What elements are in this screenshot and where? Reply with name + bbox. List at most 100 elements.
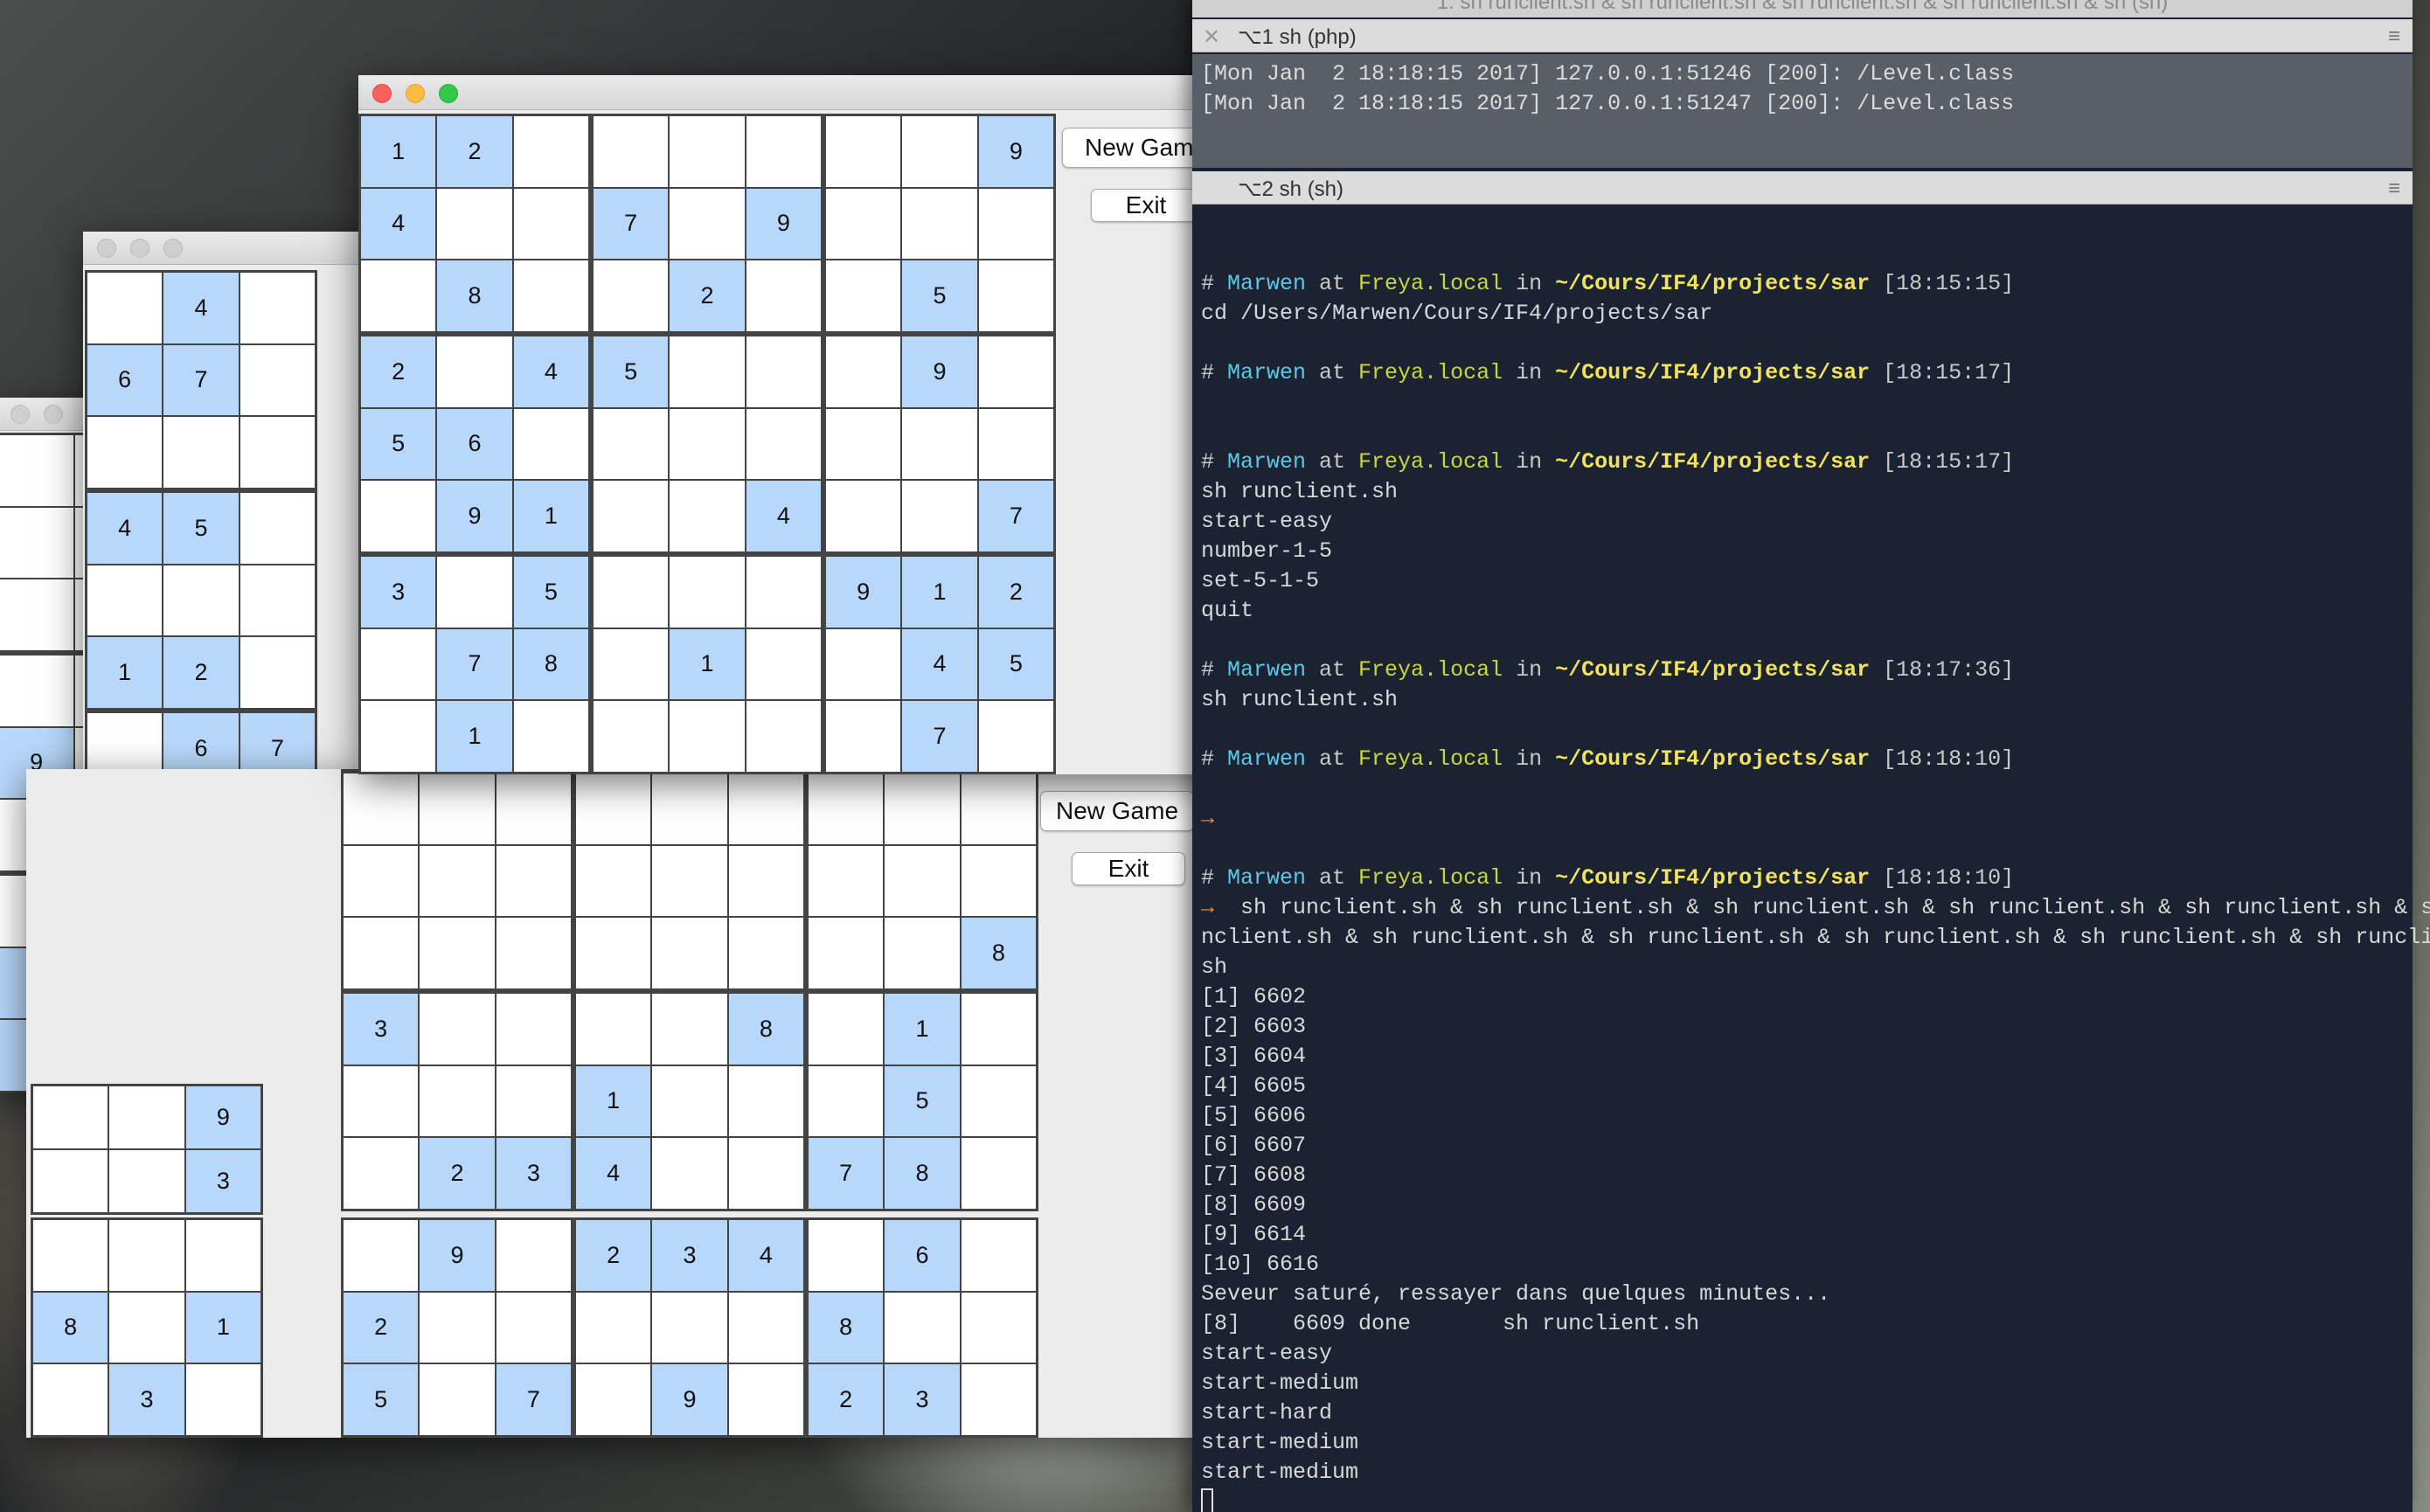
sudoku-cell[interactable]: 4 xyxy=(902,628,977,700)
sudoku-cell[interactable] xyxy=(0,507,74,579)
sudoku-cell[interactable]: 8 xyxy=(437,260,512,331)
sudoku-cell[interactable]: 7 xyxy=(496,1364,571,1435)
sudoku-cell[interactable]: 5 xyxy=(978,628,1053,700)
sudoku-cell[interactable]: 3 xyxy=(652,1220,727,1291)
sudoku-cell[interactable] xyxy=(576,1364,651,1435)
sudoku-cell[interactable]: 3 xyxy=(361,557,436,628)
sudoku-cell[interactable]: 7 xyxy=(978,481,1053,551)
sudoku-cell[interactable] xyxy=(826,408,901,480)
sudoku-cell[interactable] xyxy=(746,336,821,407)
sudoku-cell[interactable] xyxy=(344,1138,419,1209)
sudoku-cell[interactable] xyxy=(496,845,571,917)
sudoku-cell[interactable]: 7 xyxy=(437,628,512,700)
sudoku-cell[interactable]: 9 xyxy=(826,557,901,628)
sudoku-cell[interactable] xyxy=(746,116,821,187)
sudoku-cell[interactable] xyxy=(809,773,884,844)
sudoku-cell[interactable]: 4 xyxy=(513,336,588,407)
sudoku-cell[interactable] xyxy=(978,260,1053,331)
sudoku-cell[interactable] xyxy=(344,918,419,988)
sudoku-cell[interactable] xyxy=(513,188,588,260)
sudoku-cell[interactable] xyxy=(185,1220,260,1291)
sudoku-cell[interactable]: 5 xyxy=(513,557,588,628)
close-button[interactable] xyxy=(372,84,392,103)
sudoku-cell[interactable]: 9 xyxy=(746,188,821,260)
sudoku-cell[interactable] xyxy=(0,655,74,726)
sudoku-cell[interactable]: 6 xyxy=(437,408,512,480)
sudoku-cell[interactable] xyxy=(746,408,821,480)
sudoku-cell[interactable] xyxy=(885,918,960,988)
sudoku-cell[interactable] xyxy=(361,701,436,772)
sudoku-cell[interactable] xyxy=(420,918,495,988)
sudoku-cell[interactable] xyxy=(652,994,727,1065)
sudoku-cell[interactable]: 9 xyxy=(978,116,1053,187)
sudoku-cell[interactable]: 1 xyxy=(185,1292,260,1363)
pane-2-output[interactable]: # Marwen at Freya.local in ~/Cours/IF4/p… xyxy=(1201,269,2430,1512)
sudoku-cell[interactable] xyxy=(33,1086,108,1148)
sudoku-cell[interactable]: 6 xyxy=(885,1220,960,1291)
sudoku-cell[interactable] xyxy=(344,1220,419,1291)
sudoku-cell[interactable] xyxy=(826,188,901,260)
sudoku-cell[interactable]: 5 xyxy=(344,1364,419,1435)
sudoku-cell[interactable] xyxy=(961,1138,1036,1209)
sudoku-cell[interactable] xyxy=(826,481,901,551)
sudoku-cell[interactable] xyxy=(885,845,960,917)
sudoku-cell[interactable] xyxy=(496,994,571,1065)
hamburger-menu-icon[interactable]: ≡ xyxy=(2388,177,2400,201)
sudoku-cell[interactable] xyxy=(826,628,901,700)
sudoku-cell[interactable] xyxy=(437,336,512,407)
sudoku-cell[interactable] xyxy=(33,1220,108,1291)
close-button[interactable] xyxy=(10,405,30,424)
sudoku-cell[interactable] xyxy=(513,408,588,480)
sudoku-cell[interactable]: 2 xyxy=(344,1292,419,1363)
sudoku-cell[interactable] xyxy=(826,336,901,407)
sudoku-cell[interactable]: 2 xyxy=(670,260,745,331)
sudoku-cell[interactable]: 2 xyxy=(163,637,239,708)
sudoku-cell[interactable] xyxy=(420,773,495,844)
sudoku-cell[interactable]: 1 xyxy=(437,701,512,772)
sudoku-cell[interactable] xyxy=(961,1065,1036,1137)
sudoku-cell[interactable] xyxy=(746,557,821,628)
sudoku-cell[interactable]: 1 xyxy=(902,557,977,628)
sudoku-cell[interactable] xyxy=(594,116,669,187)
sudoku-cell[interactable] xyxy=(826,701,901,772)
sudoku-cell[interactable] xyxy=(513,260,588,331)
sudoku-cell[interactable]: 5 xyxy=(902,260,977,331)
sudoku-cell[interactable] xyxy=(978,408,1053,480)
sudoku-cell[interactable]: 1 xyxy=(87,637,163,708)
sudoku-cell[interactable] xyxy=(978,701,1053,772)
zoom-button[interactable] xyxy=(439,84,458,103)
sudoku-cell[interactable] xyxy=(109,1292,184,1363)
sudoku-cell[interactable]: 9 xyxy=(437,481,512,551)
sudoku-cell[interactable]: 3 xyxy=(185,1150,260,1212)
sudoku-cell[interactable] xyxy=(163,565,239,636)
sudoku-cell[interactable]: 4 xyxy=(163,273,239,343)
sudoku-cell[interactable] xyxy=(361,628,436,700)
sudoku-cell[interactable] xyxy=(809,918,884,988)
sudoku-cell[interactable] xyxy=(496,1065,571,1137)
sudoku-cell[interactable] xyxy=(728,1065,803,1137)
sudoku-cell[interactable] xyxy=(87,273,163,343)
sudoku-cell[interactable] xyxy=(240,344,315,416)
sudoku-cell[interactable]: 4 xyxy=(361,188,436,260)
zoom-button[interactable] xyxy=(163,239,183,258)
sudoku-cell[interactable] xyxy=(576,773,651,844)
sudoku-cell[interactable] xyxy=(961,845,1036,917)
sudoku-cell[interactable] xyxy=(652,845,727,917)
sudoku-cell[interactable] xyxy=(420,845,495,917)
sudoku-cell[interactable]: 8 xyxy=(728,994,803,1065)
hamburger-menu-icon[interactable]: ≡ xyxy=(2388,24,2400,49)
sudoku-cell[interactable] xyxy=(344,773,419,844)
pane-tab-1[interactable]: ✕ ⌥1 sh (php) ≡ xyxy=(1192,19,2413,52)
sudoku-cell[interactable] xyxy=(809,994,884,1065)
sudoku-cell[interactable] xyxy=(163,417,239,488)
sudoku-cell[interactable] xyxy=(670,116,745,187)
sudoku-cell[interactable] xyxy=(809,1220,884,1291)
minimize-button[interactable] xyxy=(44,405,63,424)
sudoku-cell[interactable]: 8 xyxy=(513,628,588,700)
sudoku-cell[interactable]: 1 xyxy=(513,481,588,551)
sudoku-cell[interactable]: 1 xyxy=(576,1065,651,1137)
sudoku-cell[interactable] xyxy=(961,1220,1036,1291)
sudoku-cell[interactable] xyxy=(670,188,745,260)
sudoku-cell[interactable] xyxy=(670,481,745,551)
sudoku-cell[interactable] xyxy=(902,481,977,551)
